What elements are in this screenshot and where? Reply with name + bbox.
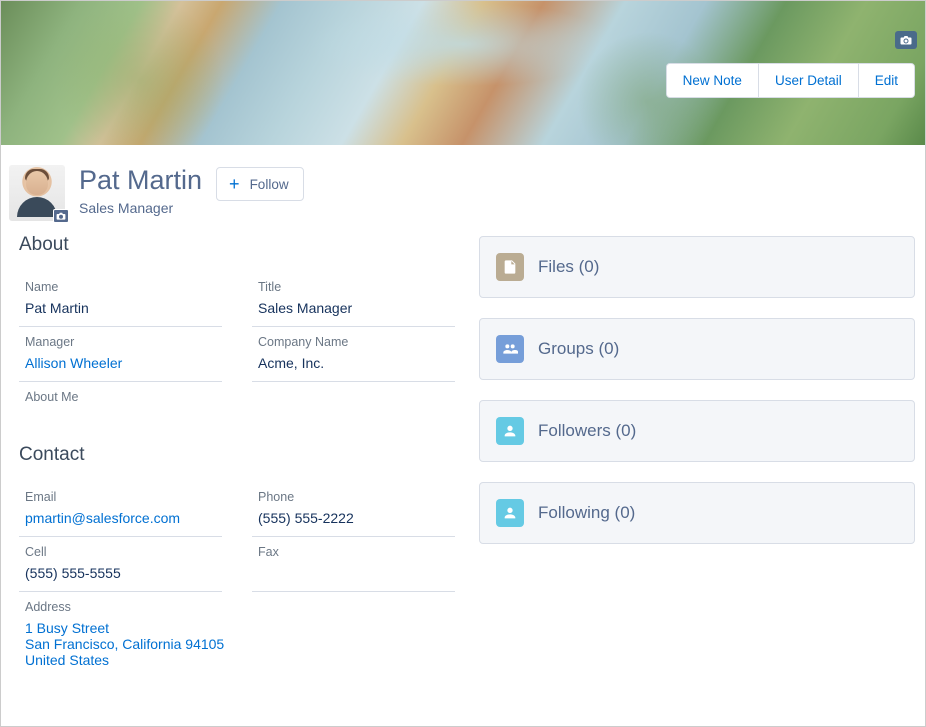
field-label: About Me (25, 390, 455, 404)
files-icon (496, 253, 524, 281)
field-title: Title Sales Manager (252, 272, 455, 327)
field-label: Name (25, 280, 222, 294)
field-label: Company Name (258, 335, 455, 349)
field-address: Address 1 Busy Street San Francisco, Cal… (19, 592, 455, 678)
avatar-camera-button[interactable] (53, 209, 69, 223)
contact-section-title: Contact (19, 444, 455, 466)
field-manager: Manager Allison Wheeler (19, 327, 222, 382)
field-company: Company Name Acme, Inc. (252, 327, 455, 382)
person-icon (496, 499, 524, 527)
field-label: Fax (258, 545, 455, 559)
field-email: Email pmartin@salesforce.com (19, 482, 222, 537)
field-label: Title (258, 280, 455, 294)
field-fax: Fax (252, 537, 455, 592)
field-value: Sales Manager (258, 300, 455, 316)
edit-button[interactable]: Edit (859, 64, 914, 97)
field-name: Name Pat Martin (19, 272, 222, 327)
camera-icon (900, 35, 912, 45)
profile-role: Sales Manager (79, 200, 202, 216)
about-section-title: About (19, 234, 455, 256)
followers-title: Followers (0) (538, 421, 636, 441)
email-link[interactable]: pmartin@salesforce.com (25, 510, 222, 526)
plus-icon: + (229, 175, 240, 193)
banner-camera-button[interactable] (895, 31, 917, 49)
files-title: Files (0) (538, 257, 599, 277)
avatar[interactable] (9, 165, 65, 221)
new-note-button[interactable]: New Note (667, 64, 759, 97)
field-label: Manager (25, 335, 222, 349)
header-action-bar: New Note User Detail Edit (666, 63, 915, 98)
address-link[interactable]: 1 Busy Street San Francisco, California … (25, 620, 455, 668)
field-phone: Phone (555) 555-2222 (252, 482, 455, 537)
field-value: Acme, Inc. (258, 355, 455, 371)
following-title: Following (0) (538, 503, 635, 523)
field-about-me: About Me (19, 382, 455, 420)
field-value: (555) 555-5555 (25, 565, 222, 581)
manager-link[interactable]: Allison Wheeler (25, 355, 222, 371)
user-detail-button[interactable]: User Detail (759, 64, 859, 97)
field-label: Address (25, 600, 455, 614)
followers-card[interactable]: Followers (0) (479, 400, 915, 462)
field-label: Email (25, 490, 222, 504)
field-value: (555) 555-2222 (258, 510, 455, 526)
profile-banner: New Note User Detail Edit (1, 1, 925, 145)
groups-title: Groups (0) (538, 339, 619, 359)
person-icon (496, 417, 524, 445)
groups-icon (496, 335, 524, 363)
field-cell: Cell (555) 555-5555 (19, 537, 222, 592)
follow-button[interactable]: + Follow (216, 167, 304, 201)
field-label: Phone (258, 490, 455, 504)
field-value: Pat Martin (25, 300, 222, 316)
camera-icon (56, 212, 66, 220)
groups-card[interactable]: Groups (0) (479, 318, 915, 380)
profile-name: Pat Martin (79, 165, 202, 196)
files-card[interactable]: Files (0) (479, 236, 915, 298)
profile-header: Pat Martin Sales Manager + Follow (1, 145, 925, 226)
field-label: Cell (25, 545, 222, 559)
following-card[interactable]: Following (0) (479, 482, 915, 544)
follow-label: Follow (250, 177, 289, 192)
